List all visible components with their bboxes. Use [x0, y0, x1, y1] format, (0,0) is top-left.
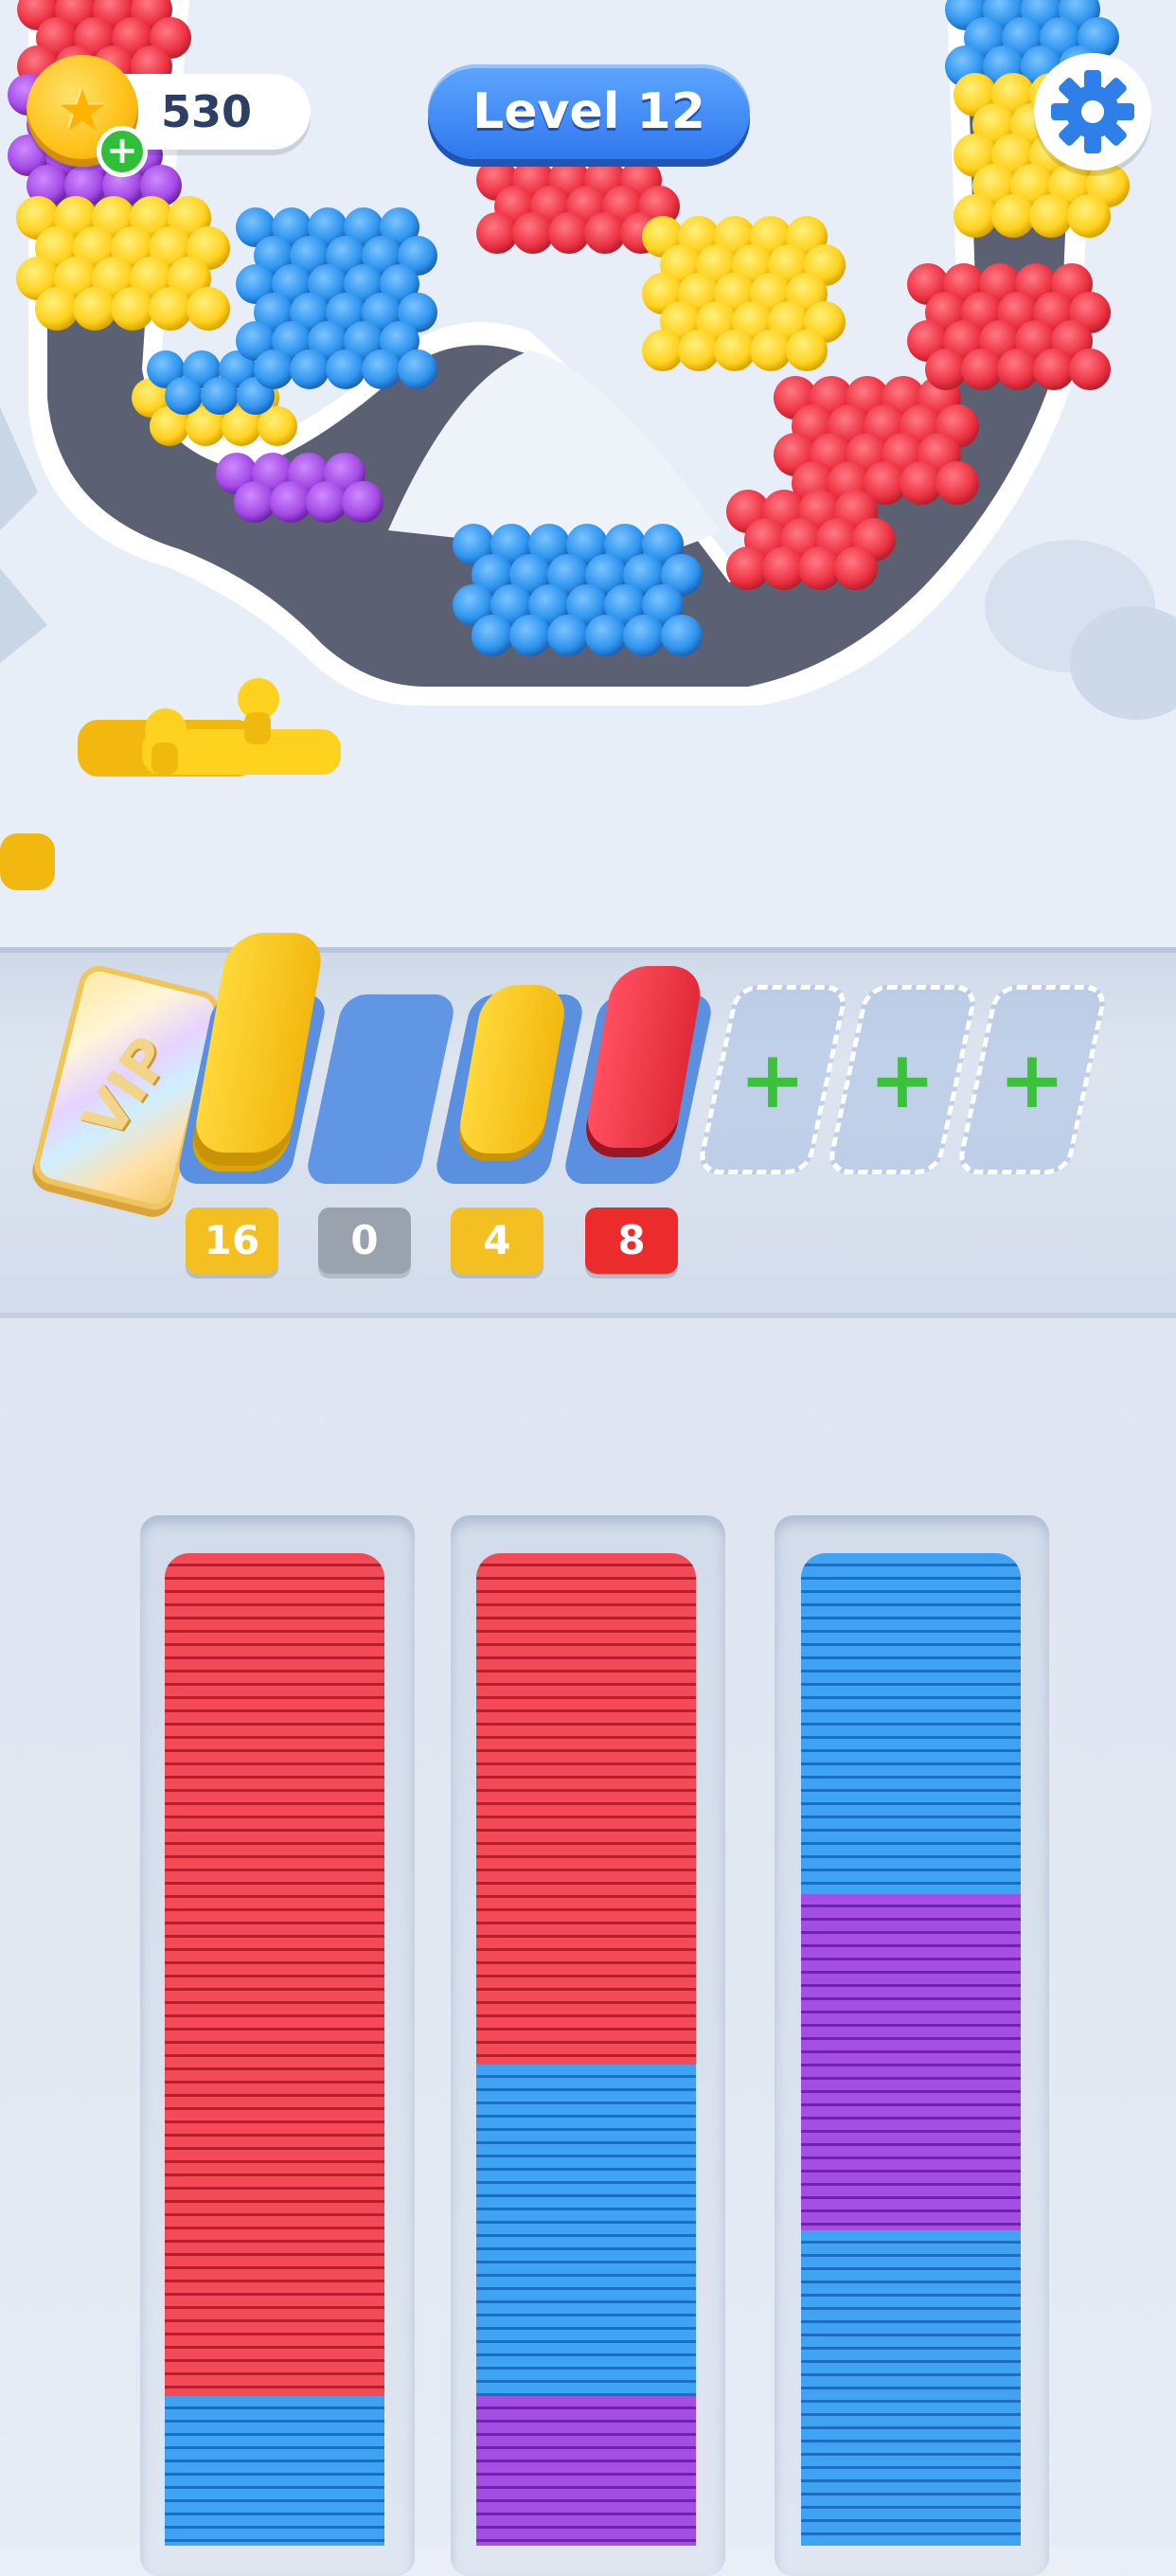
coin-amount: 530 [161, 86, 253, 137]
slot-3-count: 4 [451, 1208, 543, 1274]
board-stack-3[interactable] [801, 1553, 1021, 2546]
stack-3-blue-boards-top [801, 1553, 1021, 1894]
slot-4-count: 8 [585, 1208, 678, 1274]
plus-icon: + [106, 129, 138, 172]
plus-icon: + [868, 1033, 936, 1126]
plus-icon: + [998, 1033, 1066, 1126]
board-stack-2[interactable] [476, 1553, 696, 2546]
stack-3-purple-boards [801, 1894, 1021, 2230]
stack-2-purple-boards [476, 2396, 696, 2546]
stack-1-blue-boards [165, 2396, 384, 2546]
settings-button[interactable] [1034, 53, 1151, 170]
stack-1-red-boards [165, 1553, 384, 2396]
board-stack-1[interactable] [165, 1553, 384, 2546]
slot-2-count: 0 [318, 1208, 411, 1274]
stack-2-blue-boards [476, 2065, 696, 2396]
stack-3-blue-boards-bottom [801, 2230, 1021, 2546]
stack-2-red-boards [476, 1553, 696, 2065]
plus-icon: + [739, 1033, 807, 1126]
slot-1-count: 16 [186, 1208, 278, 1274]
level-title: Level 12 [428, 64, 750, 159]
add-coins-button[interactable]: + [97, 126, 148, 177]
gear-icon [1051, 70, 1134, 153]
